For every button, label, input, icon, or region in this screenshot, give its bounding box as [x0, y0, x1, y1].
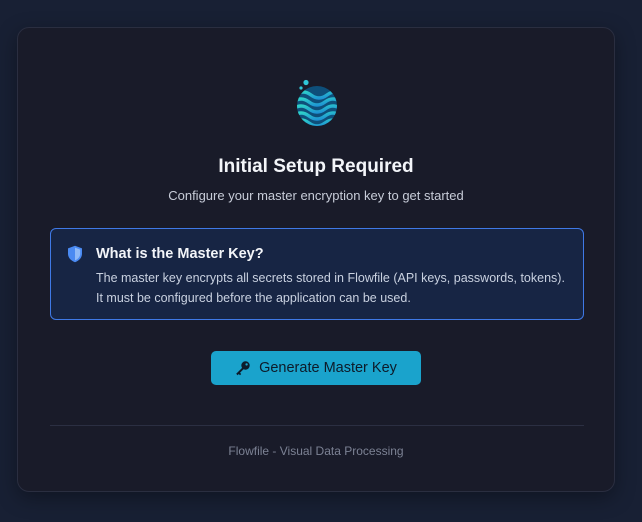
- page-subtitle: Configure your master encryption key to …: [168, 188, 464, 203]
- footer-divider: [50, 425, 584, 426]
- generate-master-key-button[interactable]: Generate Master Key: [211, 351, 421, 385]
- wave-logo-icon: [297, 79, 337, 126]
- footer-text: Flowfile - Visual Data Processing: [228, 444, 404, 458]
- master-key-info-box: What is the Master Key? The master key e…: [50, 228, 584, 320]
- info-text: The master key encrypts all secrets stor…: [96, 271, 565, 305]
- page-title: Initial Setup Required: [218, 156, 414, 177]
- setup-card: Initial Setup Required Configure your ma…: [17, 27, 615, 492]
- generate-master-key-label: Generate Master Key: [259, 360, 397, 376]
- info-title: What is the Master Key?: [96, 246, 264, 262]
- key-icon: [236, 361, 250, 376]
- shield-icon: [68, 245, 82, 263]
